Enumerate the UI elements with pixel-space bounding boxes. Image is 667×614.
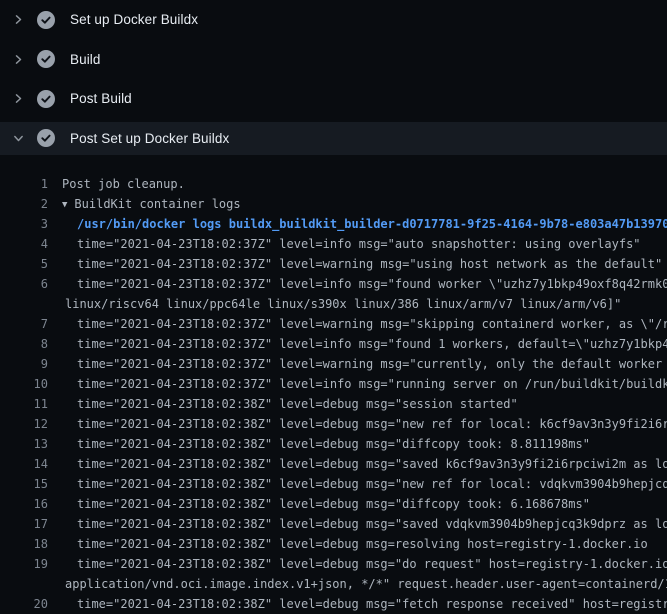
log-text: time="2021-04-23T18:02:37Z" level=info m… — [77, 274, 667, 294]
log-text: time="2021-04-23T18:02:37Z" level=warnin… — [77, 314, 667, 334]
log-command-text: /usr/bin/docker logs buildx_buildkit_bui… — [77, 214, 667, 234]
log-text: time="2021-04-23T18:02:37Z" level=warnin… — [77, 354, 667, 374]
log-text: application/vnd.oci.image.index.v1+json,… — [65, 574, 667, 594]
check-circle-icon — [37, 90, 55, 108]
log-text: time="2021-04-23T18:02:38Z" level=debug … — [77, 454, 667, 474]
log-text: time="2021-04-23T18:02:38Z" level=debug … — [77, 414, 667, 434]
step-label: Post Set up Docker Buildx — [70, 131, 229, 146]
log-line-number[interactable]: 18 — [0, 534, 48, 554]
log-line: 9 time="2021-04-23T18:02:37Z" level=warni… — [0, 354, 667, 374]
log-line-number[interactable]: 13 — [0, 434, 48, 454]
log-line: 13 time="2021-04-23T18:02:38Z" level=debu… — [0, 434, 667, 454]
log-line-number[interactable]: 4 — [0, 234, 48, 254]
step-label: Post Build — [70, 91, 132, 106]
log-line: 16 time="2021-04-23T18:02:38Z" level=debu… — [0, 494, 667, 514]
check-circle-icon — [37, 50, 55, 68]
step-label: Set up Docker Buildx — [70, 12, 198, 27]
log-line-number[interactable]: 9 — [0, 354, 48, 374]
log-line-number[interactable]: 14 — [0, 454, 48, 474]
log-line-number[interactable]: 20 — [0, 594, 48, 614]
log-line: 18 time="2021-04-23T18:02:38Z" level=debu… — [0, 534, 667, 554]
step-row-set-up-docker-buildx[interactable]: Set up Docker Buildx — [0, 0, 667, 40]
chevron-right-icon[interactable] — [10, 91, 26, 107]
log-line-number[interactable]: 8 — [0, 334, 48, 354]
log-line-number[interactable]: 12 — [0, 414, 48, 434]
check-circle-icon — [37, 129, 55, 147]
log-line: 17 time="2021-04-23T18:02:38Z" level=debu… — [0, 514, 667, 534]
log-text: time="2021-04-23T18:02:38Z" level=debug … — [77, 514, 667, 534]
log-text: time="2021-04-23T18:02:38Z" level=debug … — [77, 434, 590, 454]
log-line: 5 time="2021-04-23T18:02:37Z" level=warni… — [0, 254, 667, 274]
log-line-number[interactable]: 17 — [0, 514, 48, 534]
chevron-right-icon[interactable] — [10, 51, 26, 67]
log-line: 7 time="2021-04-23T18:02:37Z" level=warni… — [0, 314, 667, 334]
log-text: time="2021-04-23T18:02:37Z" level=info m… — [77, 334, 667, 354]
log-line: 10 time="2021-04-23T18:02:37Z" level=info… — [0, 374, 667, 394]
log-line-number[interactable]: 10 — [0, 374, 48, 394]
chevron-right-icon[interactable] — [10, 12, 26, 28]
chevron-down-icon[interactable] — [10, 130, 26, 146]
log-line: 14 time="2021-04-23T18:02:38Z" level=debu… — [0, 454, 667, 474]
log-line-continuation: linux/riscv64 linux/ppc64le linux/s390x … — [0, 294, 667, 314]
step-row-build[interactable]: Build — [0, 40, 667, 80]
log-text: time="2021-04-23T18:02:38Z" level=debug … — [77, 594, 667, 614]
log-line-number[interactable]: 6 — [0, 274, 48, 294]
log-line: 6 time="2021-04-23T18:02:37Z" level=info … — [0, 274, 667, 294]
log-text: time="2021-04-23T18:02:38Z" level=debug … — [77, 394, 518, 414]
log-line: 20 time="2021-04-23T18:02:38Z" level=debu… — [0, 594, 667, 614]
step-label: Build — [70, 52, 101, 67]
log-line-number[interactable]: 16 — [0, 494, 48, 514]
log-text: time="2021-04-23T18:02:37Z" level=warnin… — [77, 254, 662, 274]
log-line: 11 time="2021-04-23T18:02:38Z" level=debu… — [0, 394, 667, 414]
log-line-number[interactable]: 3 — [0, 214, 48, 234]
log-text: time="2021-04-23T18:02:37Z" level=info m… — [77, 234, 641, 254]
steps-list: Set up Docker Buildx Build Post Build Po… — [0, 0, 667, 155]
log-text[interactable]: ▼BuildKit container logs — [62, 194, 241, 214]
log-text: time="2021-04-23T18:02:38Z" level=debug … — [77, 534, 648, 554]
step-row-post-build[interactable]: Post Build — [0, 79, 667, 119]
log-line-number[interactable]: 7 — [0, 314, 48, 334]
log-line: 8 time="2021-04-23T18:02:37Z" level=info … — [0, 334, 667, 354]
log-line-number[interactable]: 1 — [0, 174, 48, 194]
log-line: 1 Post job cleanup. — [0, 174, 667, 194]
log-line-number[interactable]: 11 — [0, 394, 48, 414]
log-line-number[interactable]: 5 — [0, 254, 48, 274]
log-line: 19 time="2021-04-23T18:02:38Z" level=debu… — [0, 554, 667, 574]
check-circle-icon — [37, 11, 55, 29]
log-line-number[interactable]: 2 — [0, 194, 48, 214]
log-text: Post job cleanup. — [62, 174, 185, 194]
log-text: time="2021-04-23T18:02:38Z" level=debug … — [77, 474, 667, 494]
log-line-number[interactable]: 19 — [0, 554, 48, 574]
log-line: 3/usr/bin/docker logs buildx_buildkit_bu… — [0, 214, 667, 234]
collapse-triangle-icon[interactable]: ▼ — [62, 195, 67, 214]
log-line-number[interactable]: 15 — [0, 474, 48, 494]
log-text: time="2021-04-23T18:02:37Z" level=info m… — [77, 374, 667, 394]
log-line: 12 time="2021-04-23T18:02:38Z" level=debu… — [0, 414, 667, 434]
log-line-continuation: application/vnd.oci.image.index.v1+json,… — [0, 574, 667, 594]
log-text: time="2021-04-23T18:02:38Z" level=debug … — [77, 494, 590, 514]
log-line: 4 time="2021-04-23T18:02:37Z" level=info … — [0, 234, 667, 254]
log-viewer: 1 Post job cleanup. 2 ▼BuildKit container l… — [0, 158, 667, 614]
log-line: 2 ▼BuildKit container logs — [0, 194, 667, 214]
log-text: linux/riscv64 linux/ppc64le linux/s390x … — [65, 294, 621, 314]
step-row-post-set-up-docker-buildx[interactable]: Post Set up Docker Buildx — [0, 122, 667, 155]
log-line: 15 time="2021-04-23T18:02:38Z" level=debu… — [0, 474, 667, 494]
log-text: time="2021-04-23T18:02:38Z" level=debug … — [77, 554, 667, 574]
